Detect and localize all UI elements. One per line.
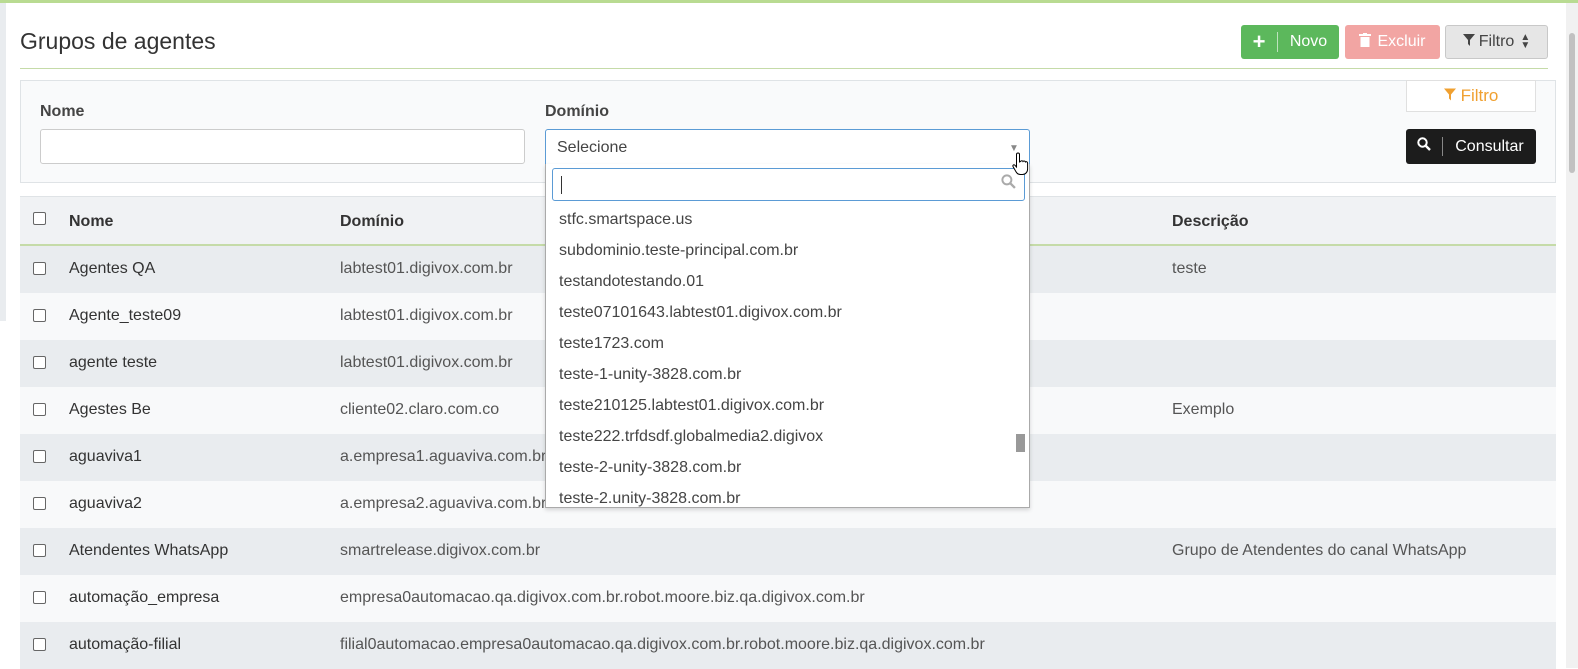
consult-button-label: Consultar <box>1455 137 1524 155</box>
dropdown-scrollbar-thumb[interactable] <box>1016 434 1025 452</box>
table-row[interactable]: Atendentes WhatsApp smartrelease.digivox… <box>20 528 1556 575</box>
row-checkbox[interactable] <box>33 309 46 322</box>
title-divider <box>20 68 1548 69</box>
funnel-icon <box>1443 86 1456 106</box>
row-name: automação-filial <box>69 636 182 653</box>
row-checkbox[interactable] <box>33 262 46 275</box>
left-edge-strip <box>0 3 6 321</box>
domain-select-value: Selecione <box>557 139 628 156</box>
row-name: aguaviva2 <box>69 495 142 512</box>
page-scrollbar-thumb[interactable] <box>1569 33 1575 173</box>
column-header-description[interactable]: Descrição <box>1172 213 1249 231</box>
search-icon <box>1406 137 1443 156</box>
domain-search-input[interactable] <box>552 168 1025 201</box>
row-domain: labtest01.digivox.com.br <box>340 260 513 277</box>
table-row[interactable]: automação_empresa empresa0automacao.qa.d… <box>20 575 1556 622</box>
row-description: Exemplo <box>1172 401 1235 418</box>
domain-option[interactable]: teste-2.unity-3828.com.br <box>546 483 1016 507</box>
trash-icon <box>1359 32 1372 52</box>
column-header-name[interactable]: Nome <box>69 213 113 231</box>
domain-option[interactable]: teste222.trfdsdf.globalmedia2.digivox <box>546 421 1016 452</box>
row-name: aguaviva1 <box>69 448 142 465</box>
domain-options-list: stfc.smartspace.us subdominio.teste-prin… <box>546 204 1016 507</box>
domain-label: Domínio <box>545 103 609 120</box>
page-title: Grupos de agentes <box>20 28 216 54</box>
row-description: teste <box>1172 260 1207 277</box>
domain-option[interactable]: teste-1-unity-3828.com.br <box>546 359 1016 390</box>
row-checkbox[interactable] <box>33 356 46 369</box>
funnel-icon <box>1462 33 1475 51</box>
name-input[interactable] <box>40 129 525 164</box>
row-domain: smartrelease.digivox.com.br <box>340 542 541 559</box>
domain-option[interactable]: teste1723.com <box>546 328 1016 359</box>
domain-option[interactable]: teste210125.labtest01.digivox.com.br <box>546 390 1016 421</box>
row-domain: a.empresa2.aguaviva.com.br <box>340 495 547 512</box>
row-checkbox[interactable] <box>33 403 46 416</box>
domain-option[interactable]: teste07101643.labtest01.digivox.com.br <box>546 297 1016 328</box>
domain-option[interactable]: testandotestando.01 <box>546 266 1016 297</box>
hand-cursor-icon <box>1012 152 1030 182</box>
row-checkbox[interactable] <box>33 450 46 463</box>
text-caret <box>561 176 562 194</box>
row-checkbox[interactable] <box>33 591 46 604</box>
filter-tab[interactable]: Filtro <box>1406 80 1536 112</box>
top-accent-line <box>0 0 1578 3</box>
row-name: Agestes Be <box>69 401 151 418</box>
row-domain: empresa0automacao.qa.digivox.com.br.robo… <box>340 589 865 606</box>
row-name: Agentes QA <box>69 260 156 277</box>
row-domain: cliente02.claro.com.co <box>340 401 500 418</box>
row-domain: a.empresa1.aguaviva.com.br <box>340 448 547 465</box>
column-header-domain[interactable]: Domínio <box>340 213 404 231</box>
domain-option[interactable]: stfc.smartspace.us <box>546 204 1016 235</box>
row-name: Agente_teste09 <box>69 307 182 324</box>
filter-toggle-button[interactable]: Filtro ▲ ▼ <box>1445 25 1548 59</box>
delete-button[interactable]: Excluir <box>1345 25 1440 59</box>
name-label: Nome <box>40 103 85 120</box>
new-button[interactable]: + Novo <box>1241 25 1339 59</box>
row-domain: labtest01.digivox.com.br <box>340 307 513 324</box>
row-name: automação_empresa <box>69 589 220 606</box>
delete-button-label: Excluir <box>1377 33 1426 50</box>
new-button-label: Novo <box>1289 33 1328 50</box>
table-row[interactable]: automação-filial filial0automacao.empres… <box>20 622 1556 669</box>
consult-button[interactable]: Consultar <box>1406 129 1536 164</box>
domain-option[interactable]: teste-2-unity-3828.com.br <box>546 452 1016 483</box>
row-checkbox[interactable] <box>33 544 46 557</box>
filter-tab-label: Filtro <box>1460 86 1499 105</box>
domain-dropdown: stfc.smartspace.us subdominio.teste-prin… <box>545 164 1030 508</box>
row-checkbox[interactable] <box>33 638 46 651</box>
domain-select[interactable]: Selecione <box>545 129 1030 166</box>
row-domain: labtest01.digivox.com.br <box>340 354 513 371</box>
plus-icon: + <box>1241 31 1278 53</box>
row-name: Atendentes WhatsApp <box>69 542 229 559</box>
row-name: agente teste <box>69 354 158 371</box>
sort-icon: ▲ ▼ <box>1520 32 1531 51</box>
filter-toggle-label: Filtro <box>1478 33 1515 50</box>
row-description: Grupo de Atendentes do canal WhatsApp <box>1172 542 1467 559</box>
domain-option[interactable]: subdominio.teste-principal.com.br <box>546 235 1016 266</box>
row-domain: filial0automacao.empresa0automacao.qa.di… <box>340 636 985 653</box>
select-all-checkbox[interactable] <box>33 212 46 225</box>
row-checkbox[interactable] <box>33 497 46 510</box>
page-scrollbar[interactable] <box>1566 3 1578 668</box>
